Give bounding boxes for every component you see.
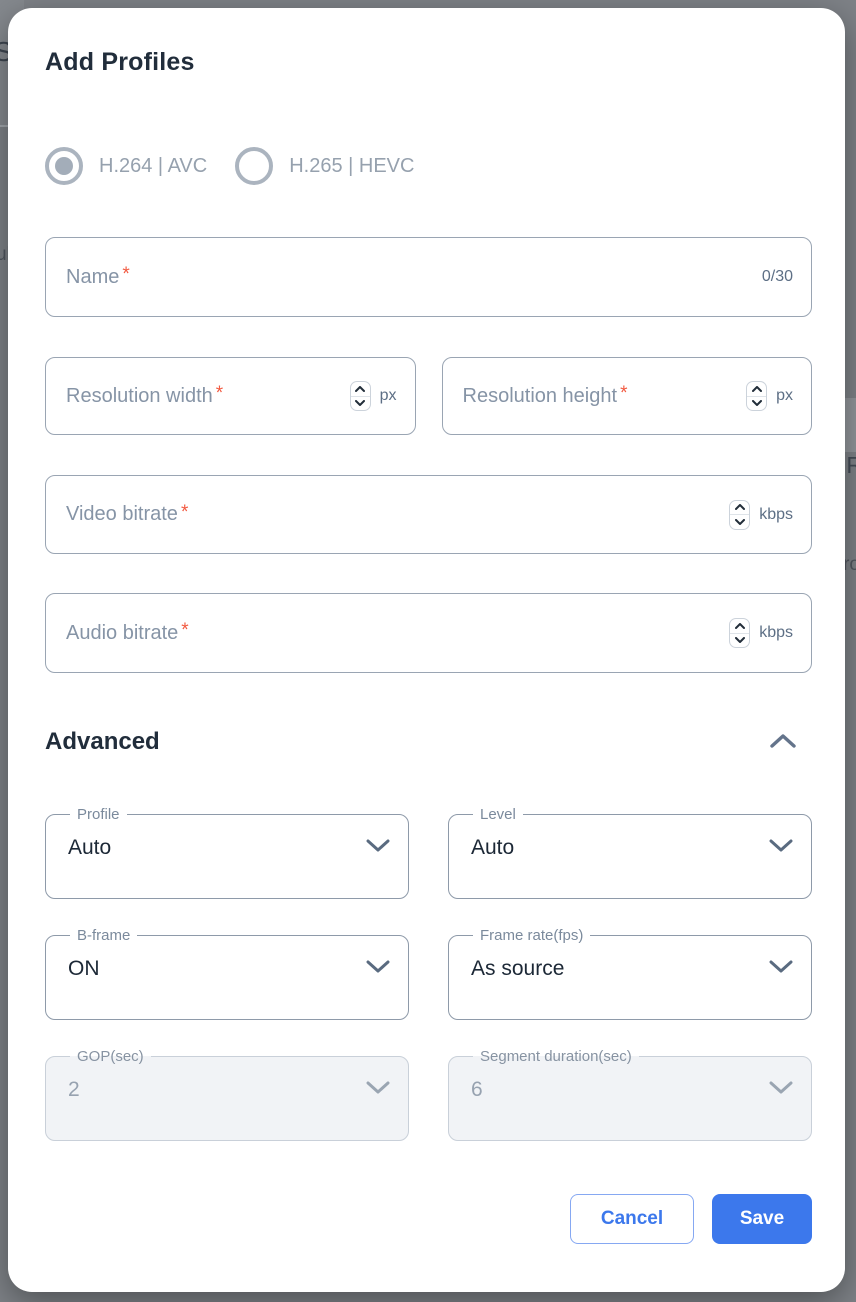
resolution-width-placeholder: Resolution width — [66, 385, 213, 408]
unit-label: kbps — [759, 624, 793, 642]
unit-label: px — [380, 387, 397, 405]
resolution-width-field[interactable]: Resolution width * px — [45, 357, 416, 435]
char-counter: 0/30 — [762, 268, 793, 286]
required-asterisk: * — [122, 264, 129, 286]
collapse-advanced-button[interactable] — [768, 732, 798, 753]
stepper-down-button[interactable] — [730, 514, 749, 529]
resolution-height-field[interactable]: Resolution height * px — [442, 357, 813, 435]
add-profiles-dialog: Add Profiles H.264 | AVC H.265 | HEVC Na… — [8, 8, 845, 1292]
radio-h265-hevc[interactable]: H.265 | HEVC — [235, 147, 414, 185]
stepper-down-button[interactable] — [747, 396, 766, 411]
level-select-value: Auto — [471, 836, 514, 860]
level-select[interactable]: Level Auto — [448, 806, 812, 899]
background-text-fragment: ro — [843, 554, 856, 576]
b-frame-select-value: ON — [68, 957, 100, 981]
audio-bitrate-placeholder: Audio bitrate — [66, 622, 178, 645]
radio-selected-icon — [45, 147, 83, 185]
radio-unselected-icon — [235, 147, 273, 185]
dialog-title: Add Profiles — [45, 48, 812, 77]
segment-duration-select-value: 6 — [471, 1078, 483, 1102]
number-stepper — [350, 381, 371, 411]
chevron-up-icon — [770, 736, 796, 751]
profile-select[interactable]: Profile Auto — [45, 806, 409, 899]
frame-rate-select[interactable]: Frame rate(fps) As source — [448, 927, 812, 1020]
profile-select-value: Auto — [68, 836, 111, 860]
chevron-down-icon — [769, 1081, 793, 1099]
advanced-section-header: Advanced — [45, 728, 812, 756]
b-frame-select-label: B-frame — [70, 927, 137, 944]
name-field[interactable]: Name * 0/30 — [45, 237, 812, 317]
segment-duration-select-label: Segment duration(sec) — [473, 1048, 639, 1065]
advanced-title: Advanced — [45, 728, 160, 756]
gop-select-label: GOP(sec) — [70, 1048, 151, 1065]
save-button[interactable]: Save — [712, 1194, 812, 1244]
radio-h264-label: H.264 | AVC — [99, 155, 207, 178]
codec-radio-group: H.264 | AVC H.265 | HEVC — [45, 147, 812, 185]
required-asterisk: * — [216, 383, 223, 405]
segment-duration-select: Segment duration(sec) 6 — [448, 1048, 812, 1141]
required-asterisk: * — [181, 502, 188, 524]
chevron-down-icon — [366, 839, 390, 857]
number-stepper — [729, 618, 750, 648]
chevron-down-icon — [366, 1081, 390, 1099]
video-bitrate-field[interactable]: Video bitrate * kbps — [45, 475, 812, 554]
name-placeholder: Name — [66, 266, 119, 289]
resolution-height-placeholder: Resolution height — [463, 385, 618, 408]
background-text-fragment: R — [846, 452, 856, 479]
chevron-down-icon — [769, 960, 793, 978]
radio-h265-label: H.265 | HEVC — [289, 155, 414, 178]
gop-select-value: 2 — [68, 1078, 80, 1102]
level-select-label: Level — [473, 806, 523, 823]
stepper-up-button[interactable] — [730, 501, 749, 515]
stepper-up-button[interactable] — [730, 619, 749, 633]
unit-label: kbps — [759, 506, 793, 524]
b-frame-select[interactable]: B-frame ON — [45, 927, 409, 1020]
gop-select: GOP(sec) 2 — [45, 1048, 409, 1141]
stepper-down-button[interactable] — [730, 633, 749, 648]
number-stepper — [746, 381, 767, 411]
audio-bitrate-field[interactable]: Audio bitrate * kbps — [45, 593, 812, 673]
resolution-row: Resolution width * px Resolution height … — [45, 357, 812, 435]
radio-h264-avc[interactable]: H.264 | AVC — [45, 147, 207, 185]
required-asterisk: * — [181, 620, 188, 642]
number-stepper — [729, 500, 750, 530]
stepper-up-button[interactable] — [747, 382, 766, 396]
frame-rate-select-label: Frame rate(fps) — [473, 927, 590, 944]
profile-select-label: Profile — [70, 806, 127, 823]
cancel-button[interactable]: Cancel — [570, 1194, 694, 1244]
dialog-footer: Cancel Save — [45, 1194, 812, 1244]
required-asterisk: * — [620, 383, 627, 405]
chevron-down-icon — [366, 960, 390, 978]
advanced-options-grid: Profile Auto Level Auto B-frame ON Frame… — [45, 806, 812, 1141]
unit-label: px — [776, 387, 793, 405]
stepper-down-button[interactable] — [351, 396, 370, 411]
stepper-up-button[interactable] — [351, 382, 370, 396]
chevron-down-icon — [769, 839, 793, 857]
frame-rate-select-value: As source — [471, 957, 564, 981]
video-bitrate-placeholder: Video bitrate — [66, 503, 178, 526]
